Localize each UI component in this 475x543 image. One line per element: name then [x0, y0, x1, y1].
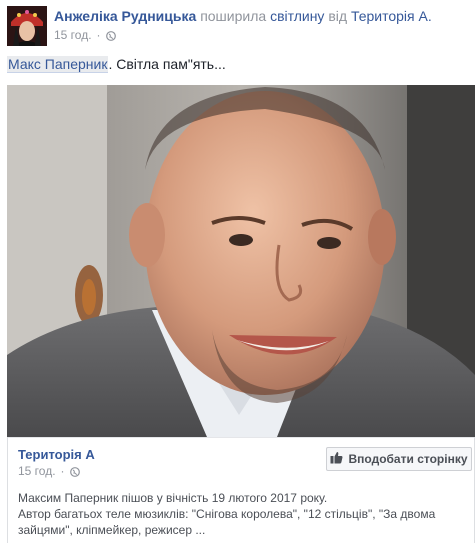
globe-icon[interactable] [105, 30, 116, 41]
avatar-image [7, 6, 47, 46]
attachment-timestamp[interactable]: 15 год. [18, 464, 56, 478]
post-header: Анжеліка Рудницька поширила світлину від… [0, 0, 475, 48]
mention-link[interactable]: Макс Паперник [7, 56, 109, 73]
preposition-text: від [328, 8, 348, 24]
attachment-meta: 15 год. · [18, 464, 80, 478]
globe-icon[interactable] [69, 466, 80, 477]
post-timestamp[interactable]: 15 год. [54, 28, 92, 42]
attachment-page-name[interactable]: Територія А [18, 447, 95, 462]
post-header-line: Анжеліка Рудницька поширила світлину від… [54, 8, 432, 24]
post-meta: 15 год. · [54, 28, 116, 42]
description-line-2: Автор багатьох теле мюзиклів: "Снігова к… [18, 507, 436, 537]
like-page-button[interactable]: Вподобати сторінку [326, 447, 472, 471]
portrait-image [7, 85, 475, 437]
attachment-divider [8, 437, 474, 438]
description-line-1: Максим Паперник пішов у вічність 19 люто… [18, 491, 328, 505]
shared-attachment: Територія А 15 год. · Вподобати сторінку… [7, 437, 475, 543]
post-text: Макс Паперник. Світла пам"ять... [7, 56, 226, 73]
attachment-description: Максим Паперник пішов у вічність 19 люто… [18, 490, 468, 538]
meta-separator: · [96, 28, 101, 42]
thumbs-up-icon [330, 451, 343, 467]
author-name-link[interactable]: Анжеліка Рудницька [54, 8, 196, 24]
action-text: поширила [200, 8, 267, 24]
like-page-label: Вподобати сторінку [348, 452, 468, 466]
post-text-rest: . Світла пам"ять... [108, 56, 226, 72]
shared-photo[interactable] [7, 85, 475, 437]
attachment-meta-separator: · [60, 464, 65, 478]
author-avatar[interactable] [7, 6, 47, 46]
source-page-link[interactable]: Територія А. [351, 8, 432, 24]
object-link[interactable]: світлину [270, 8, 324, 24]
